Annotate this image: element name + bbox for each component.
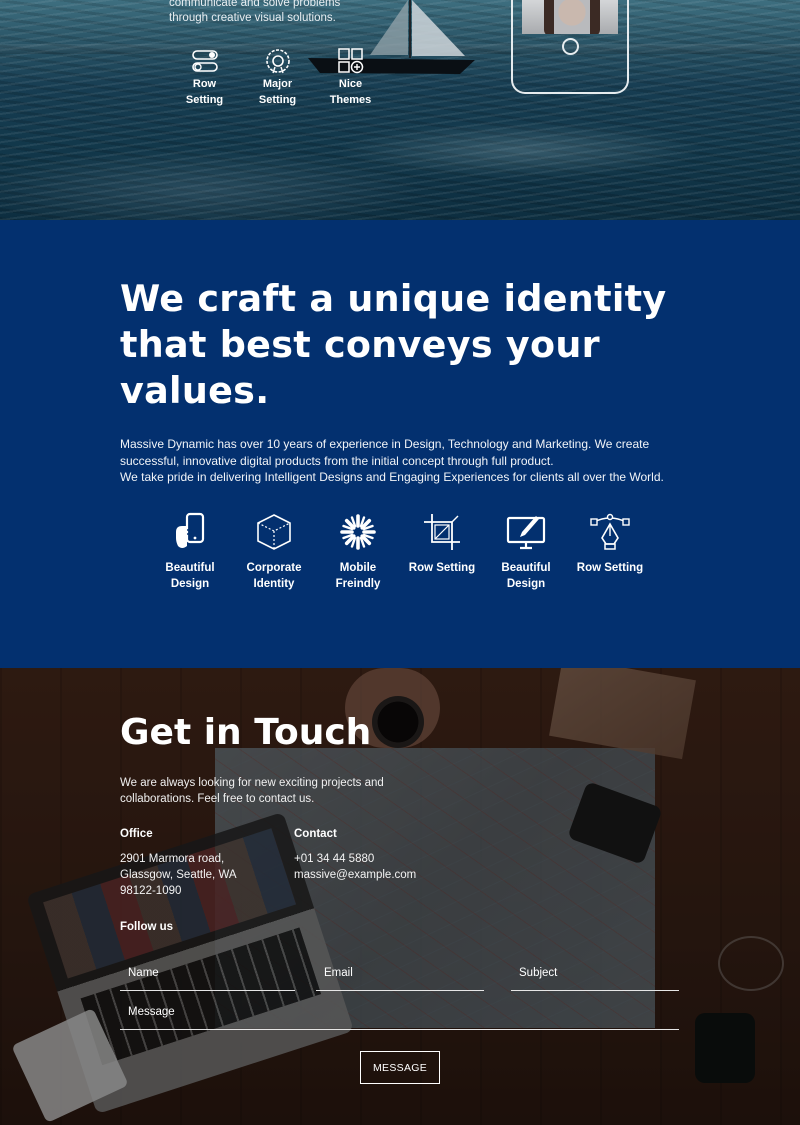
identity-heading-line: that best conveys your — [120, 323, 600, 366]
service-label: Row Setting — [576, 562, 644, 574]
phone-mockup — [511, 0, 629, 94]
office-address-line: 98122-1090 — [120, 885, 182, 897]
service-label: Design — [506, 578, 546, 590]
badge-icon — [265, 49, 290, 74]
cube-icon — [257, 514, 291, 550]
hero-feature-label: Setting — [185, 94, 224, 106]
phone-screen — [522, 0, 618, 34]
hand-phone-icon — [176, 512, 205, 548]
office-address-line: 2901 Marmora road, — [120, 853, 225, 865]
hero-feature-nice-themes: Nice Themes — [314, 46, 387, 108]
service-label: Beautiful — [165, 562, 215, 574]
pen-tool-icon — [590, 513, 630, 550]
service-corporate-identity: Corporate Identity — [232, 508, 316, 592]
hero-feature-major-setting: Major Setting — [241, 46, 314, 108]
hero-feature-row-setting: Row Setting — [168, 46, 241, 108]
follow-us-label: Follow us — [120, 921, 174, 933]
contact-heading: Get in Touch — [120, 712, 372, 753]
office-address-line: Glassgow, Seattle, WA — [120, 869, 237, 881]
service-row-setting: Row Setting — [400, 508, 484, 592]
identity-section: We craft a unique identity that best con… — [0, 220, 800, 668]
service-mobile-friendly: Mobile Freindly — [316, 508, 400, 592]
identity-heading: We craft a unique identity that best con… — [120, 276, 700, 414]
service-row-setting-2: Row Setting — [568, 508, 652, 592]
aperture-icon — [340, 514, 376, 550]
identity-description: Massive Dynamic has over 10 years of exp… — [120, 436, 710, 486]
contact-intro-line: We are always looking for new exciting p… — [120, 777, 384, 789]
contact-details: +01 34 44 5880 massive@example.com — [294, 851, 416, 883]
crop-icon — [424, 514, 460, 550]
contact-email[interactable]: massive@example.com — [294, 867, 416, 883]
service-beautiful-design-2: Beautiful Design — [484, 508, 568, 592]
identity-heading-line: We craft a unique identity — [120, 277, 667, 320]
phone-home-button — [562, 38, 579, 55]
toggle-icon — [191, 50, 218, 72]
message-submit-button[interactable]: MESSAGE — [360, 1051, 440, 1084]
hero-feature-label: Row — [192, 78, 217, 90]
identity-description-line: Massive Dynamic has over 10 years of exp… — [120, 437, 650, 451]
office-address: 2901 Marmora road, Glassgow, Seattle, WA… — [120, 851, 237, 899]
phone-photo — [544, 0, 600, 34]
name-field[interactable]: Name — [120, 965, 295, 991]
contact-label: Contact — [294, 828, 337, 840]
message-field[interactable]: Message — [120, 1004, 679, 1030]
contact-intro-line: collaborations. Feel free to contact us. — [120, 793, 315, 805]
office-label: Office — [120, 828, 153, 840]
monitor-pen-icon — [506, 516, 546, 550]
hero-feature-list: Row Setting Major Setting Nice Themes — [168, 46, 387, 108]
identity-heading-line: values. — [120, 369, 270, 412]
service-label: Design — [170, 578, 210, 590]
grid-add-icon — [337, 48, 363, 74]
service-list: Beautiful Design Corporate Identity Mobi… — [148, 508, 652, 592]
email-field[interactable]: Email — [316, 965, 484, 991]
identity-description-line: We take pride in delivering Intelligent … — [120, 470, 664, 484]
hero-feature-label: Themes — [329, 94, 372, 106]
hero-feature-label: Major — [262, 78, 293, 90]
service-label: Beautiful — [501, 562, 551, 574]
service-label: Identity — [253, 578, 295, 590]
service-beautiful-design: Beautiful Design — [148, 508, 232, 592]
service-label: Mobile Freindly — [335, 562, 381, 590]
hero-feature-label: Nice — [338, 78, 363, 90]
subject-field[interactable]: Subject — [511, 965, 679, 991]
hero-section: communicate and solve problems through c… — [0, 0, 800, 220]
service-label: Row Setting — [408, 562, 476, 574]
service-label: Corporate — [246, 562, 302, 574]
contact-phone[interactable]: +01 34 44 5880 — [294, 851, 416, 867]
hero-feature-label: Setting — [258, 94, 297, 106]
identity-description-line: successful, innovative digital products … — [120, 453, 554, 468]
contact-intro: We are always looking for new exciting p… — [120, 775, 420, 807]
